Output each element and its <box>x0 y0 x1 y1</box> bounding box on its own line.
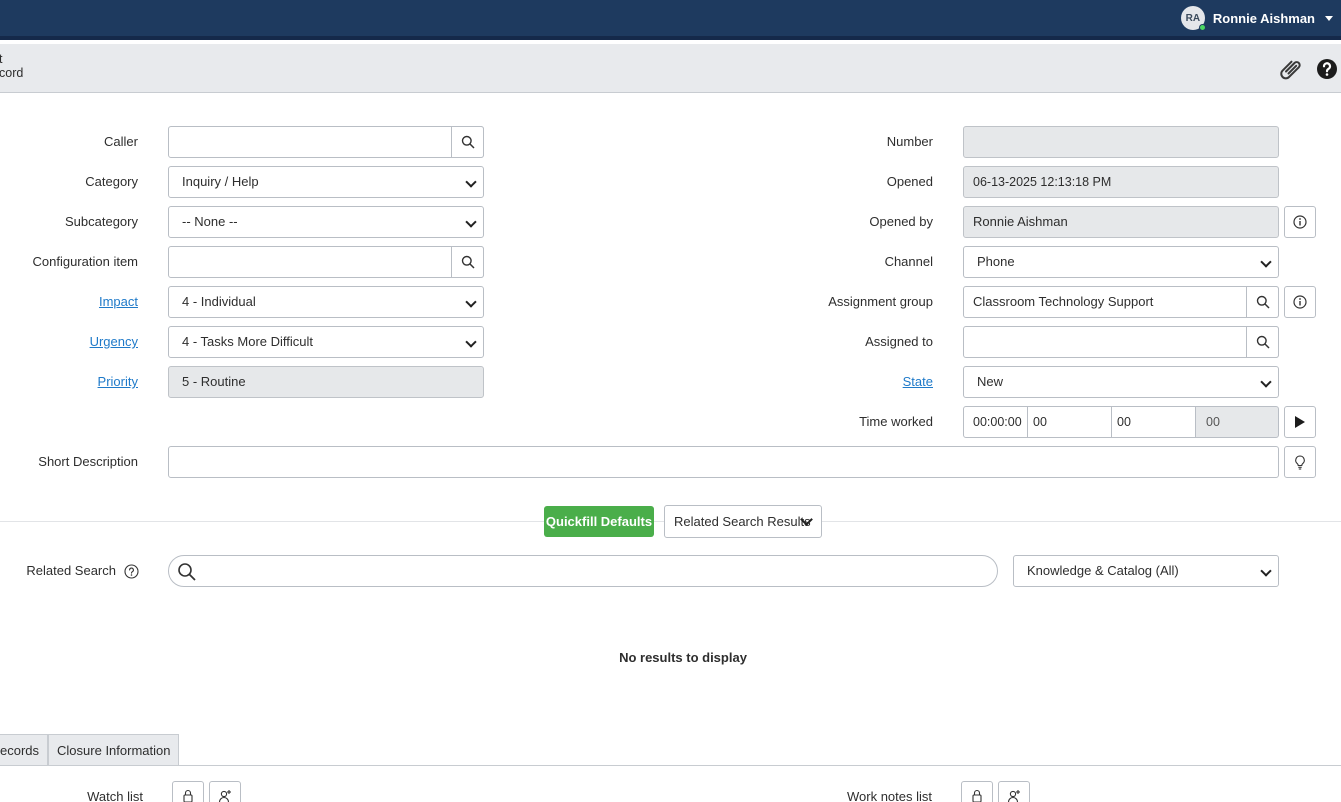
channel-label: Channel <box>884 254 933 269</box>
configuration-item-lookup-button[interactable] <box>451 246 484 278</box>
paperclip-icon[interactable] <box>1279 57 1303 81</box>
time-worked-seconds-field: 00 <box>1195 406 1279 438</box>
state-select[interactable]: New <box>963 366 1279 398</box>
watch-list-add-me-button[interactable] <box>209 781 241 802</box>
chevron-down-icon <box>1325 15 1333 21</box>
avatar: RA <box>1180 6 1206 31</box>
time-worked-minutes-input[interactable]: 00 <box>1111 406 1196 438</box>
related-search-input[interactable] <box>168 555 998 587</box>
search-icon <box>461 135 475 149</box>
top-navigation-bar: RA Ronnie Aishman <box>0 0 1341 40</box>
opened-by-field: Ronnie Aishman <box>963 206 1279 238</box>
number-label: Number <box>886 134 933 149</box>
impact-select[interactable]: 4 - Individual <box>168 286 484 318</box>
info-icon <box>1293 215 1307 229</box>
work-notes-list-label: Work notes list <box>846 789 932 802</box>
form-header: t cord <box>0 44 1341 93</box>
assigned-to-lookup-button[interactable] <box>1246 326 1279 358</box>
short-description-label: Short Description <box>38 454 138 469</box>
assignment-group-label: Assignment group <box>828 294 933 309</box>
channel-select[interactable]: Phone <box>963 246 1279 278</box>
time-worked-label: Time worked <box>859 414 933 429</box>
play-icon <box>1295 416 1305 428</box>
time-worked-hours-input[interactable]: 00 <box>1027 406 1112 438</box>
user-menu[interactable]: RA Ronnie Aishman <box>1180 5 1333 31</box>
search-icon <box>1256 295 1270 309</box>
related-search-scope-select[interactable]: Knowledge & Catalog (All) <box>1013 555 1279 587</box>
no-results-message: No results to display <box>619 650 747 665</box>
assignment-group-lookup-button[interactable] <box>1246 286 1279 318</box>
short-description-input[interactable] <box>168 446 1279 478</box>
caller-input[interactable] <box>168 126 484 158</box>
opened-by-info-button[interactable] <box>1284 206 1316 238</box>
number-field <box>963 126 1279 158</box>
related-search-label: Related Search <box>26 563 116 578</box>
user-name: Ronnie Aishman <box>1212 10 1315 26</box>
priority-link[interactable]: Priority <box>0 366 138 398</box>
work-notes-list-add-me-button[interactable] <box>998 781 1030 802</box>
urgency-select[interactable]: 4 - Tasks More Difficult <box>168 326 484 358</box>
related-search-results-button[interactable]: Related Search Results <box>664 505 822 538</box>
impact-link[interactable]: Impact <box>0 286 138 318</box>
category-select[interactable]: Inquiry / Help <box>168 166 484 198</box>
assignment-group-info-button[interactable] <box>1284 286 1316 318</box>
opened-field: 06-13-2025 12:13:18 PM <box>963 166 1279 198</box>
tab-closure-information[interactable]: Closure Information <box>48 734 180 766</box>
opened-label: Opened <box>886 174 933 189</box>
lightbulb-icon <box>1295 454 1305 470</box>
tab-records[interactable]: ecords <box>0 734 49 766</box>
search-icon <box>461 255 475 269</box>
priority-field: 5 - Routine <box>168 366 484 398</box>
assignment-group-input[interactable]: Classroom Technology Support <box>963 286 1279 318</box>
opened-by-label: Opened by <box>869 214 933 229</box>
help-circle-icon[interactable] <box>124 564 139 579</box>
work-notes-list-unlock-button[interactable] <box>961 781 993 802</box>
category-label: Category <box>85 174 138 189</box>
tab-divider <box>0 765 1341 766</box>
time-worked-total: 00:00:00 <box>963 406 1028 438</box>
avatar-initials: RA <box>1185 12 1201 24</box>
quickfill-defaults-button[interactable]: Quickfill Defaults <box>544 506 654 537</box>
suggestion-button[interactable] <box>1284 446 1316 478</box>
state-link[interactable]: State <box>700 366 933 398</box>
search-icon <box>1256 335 1270 349</box>
assigned-to-input[interactable] <box>963 326 1279 358</box>
help-icon[interactable] <box>1315 57 1339 81</box>
info-icon <box>1293 295 1307 309</box>
form-title: t cord <box>0 52 24 80</box>
search-icon <box>178 563 196 581</box>
watch-list-label: Watch list <box>87 789 143 802</box>
subcategory-label: Subcategory <box>65 214 138 229</box>
form-tabs: ecords Closure Information <box>0 734 180 766</box>
lock-icon <box>972 789 982 802</box>
caller-lookup-button[interactable] <box>451 126 484 158</box>
online-status-dot <box>1198 24 1206 31</box>
assigned-to-label: Assigned to <box>865 334 933 349</box>
configuration-item-input[interactable] <box>168 246 484 278</box>
subcategory-select[interactable]: -- None -- <box>168 206 484 238</box>
timer-play-button[interactable] <box>1284 406 1316 438</box>
lock-icon <box>183 789 193 802</box>
urgency-link[interactable]: Urgency <box>0 326 138 358</box>
add-user-icon <box>1007 790 1020 802</box>
configuration-item-label: Configuration item <box>32 254 139 269</box>
caller-label: Caller <box>104 134 138 149</box>
add-user-icon <box>218 790 231 802</box>
watch-list-unlock-button[interactable] <box>172 781 204 802</box>
